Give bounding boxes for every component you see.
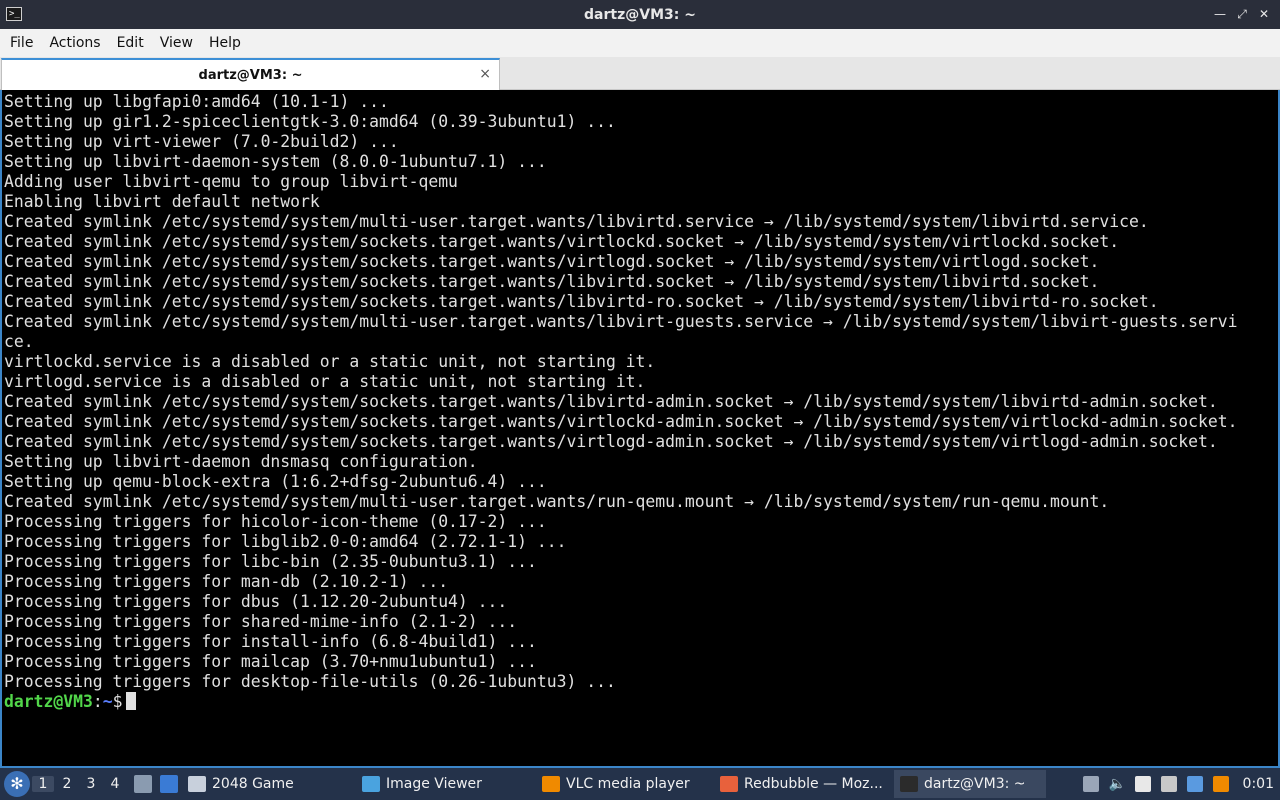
taskbar-button[interactable]: Redbubble — Moz... [714,770,890,798]
taskbar-button-label: VLC media player [566,776,690,792]
terminal-line: Processing triggers for hicolor-icon-the… [4,512,547,531]
terminal-line: Created symlink /etc/systemd/system/sock… [4,252,1100,271]
terminal-line: Processing triggers for dbus (1.12.20-2u… [4,592,508,611]
workspace-4[interactable]: 4 [104,776,126,792]
terminal-line: Processing triggers for man-db (2.10.2-1… [4,572,449,591]
power-manager-icon[interactable] [1082,776,1099,792]
system-tray: 🔈 0:01 [1082,776,1274,792]
terminal-line: Created symlink /etc/systemd/system/sock… [4,392,1218,411]
terminal-line: Setting up libvirt-daemon dnsmasq config… [4,452,478,471]
workspace-1[interactable]: 1 [32,776,54,792]
taskbar: ✻ 1 2 3 4 2048 Game Image Viewer VLC media… [0,768,1280,800]
prompt-user: dartz@VM3 [4,692,93,711]
window-titlebar[interactable]: >_ dartz@VM3: ~ — ⤢ ✕ [0,0,1280,29]
terminal-line: virtlockd.service is a disabled or a sta… [4,352,656,371]
terminal-line: Created symlink /etc/systemd/system/sock… [4,432,1218,451]
prompt-path: ~ [102,692,113,711]
terminal-line: Processing triggers for libglib2.0-0:amd… [4,532,567,551]
prompt-sep: : [92,692,103,711]
window-title: dartz@VM3: ~ [584,6,696,23]
prompt-symbol: $ [112,692,123,711]
taskbar-button-label: Redbubble — Moz... [744,776,883,792]
workspace-2[interactable]: 2 [56,776,78,792]
terminal-tab[interactable]: dartz@VM3: ~ × [1,58,500,90]
window-controls: — ⤢ ✕ [1212,6,1272,22]
task-list: 2048 Game Image Viewer VLC media player Red… [178,770,1046,798]
menu-view[interactable]: View [152,35,201,51]
terminal-lines: Setting up libgfapi0:amd64 (10.1-1) ... S… [2,90,1278,712]
menu-actions[interactable]: Actions [41,35,108,51]
terminal-line: Processing triggers for desktop-file-uti… [4,672,616,691]
taskbar-button-label: 2048 Game [212,776,294,792]
terminal-line: ce. [4,332,34,351]
terminal-line: Created symlink /etc/systemd/system/sock… [4,232,1120,251]
menu-bar: File Actions Edit View Help [0,29,1280,57]
volume-icon[interactable]: 🔈 [1109,776,1126,792]
terminal-line: Enabling libvirt default network [4,192,320,211]
tab-label: dartz@VM3: ~ [198,67,303,83]
vlc-icon [542,776,560,792]
terminal-prompt[interactable]: dartz@VM3:~$ [4,692,1278,712]
text-cursor [126,692,137,710]
show-desktop-icon[interactable] [160,775,178,793]
taskbar-button[interactable]: dartz@VM3: ~ [894,770,1046,798]
menu-help[interactable]: Help [201,35,249,51]
clipboard-icon[interactable] [1134,776,1151,792]
terminal-line: Processing triggers for mailcap (3.70+nm… [4,652,537,671]
start-menu-icon[interactable]: ✻ [4,771,30,797]
tab-close-icon[interactable]: × [479,66,491,82]
vlc-tray-icon[interactable] [1212,776,1229,792]
terminal-line: Setting up gir1.2-spiceclientgtk-3.0:amd… [4,112,616,131]
terminal-line: Created symlink /etc/systemd/system/sock… [4,412,1238,431]
terminal-line: Created symlink /etc/systemd/system/sock… [4,292,1159,311]
terminal-line: Setting up virt-viewer (7.0-2build2) ... [4,132,399,151]
terminal-line: Processing triggers for shared-mime-info… [4,612,518,631]
firefox-icon [720,776,738,792]
update-notifier-icon[interactable] [1186,776,1203,792]
terminal-line: Adding user libvirt-qemu to group libvir… [4,172,458,191]
taskbar-button-label: dartz@VM3: ~ [924,776,1026,792]
terminal-line: virtlogd.service is a disabled or a stat… [4,372,646,391]
terminal-line: Processing triggers for libc-bin (2.35-0… [4,552,537,571]
taskbar-button[interactable]: 2048 Game [182,770,352,798]
terminal-line: Setting up libvirt-daemon-system (8.0.0-… [4,152,547,171]
taskbar-button[interactable]: VLC media player [536,770,710,798]
taskbar-button[interactable]: Image Viewer [356,770,532,798]
clock[interactable]: 0:01 [1243,776,1274,792]
minimize-icon[interactable]: — [1212,6,1228,22]
taskbar-button-label: Image Viewer [386,776,482,792]
menu-edit[interactable]: Edit [109,35,152,51]
window-icon [188,776,206,792]
workspace-3[interactable]: 3 [80,776,102,792]
terminal-line: Created symlink /etc/systemd/system/mult… [4,212,1149,231]
tab-bar: dartz@VM3: ~ × [0,57,1280,90]
menu-file[interactable]: File [2,35,41,51]
image-viewer-icon [362,776,380,792]
terminal-line: Setting up qemu-block-extra (1:6.2+dfsg-… [4,472,547,491]
restore-icon[interactable]: ⤢ [1234,6,1250,22]
file-manager-launcher-icon[interactable] [134,775,152,793]
network-icon[interactable] [1160,776,1177,792]
terminal-line: Created symlink /etc/systemd/system/sock… [4,272,1100,291]
terminal-output[interactable]: Setting up libgfapi0:amd64 (10.1-1) ... S… [0,90,1280,768]
terminal-app-icon[interactable]: >_ [6,7,22,21]
terminal-icon [900,776,918,792]
terminal-line: Created symlink /etc/systemd/system/mult… [4,492,1110,511]
terminal-line: Processing triggers for install-info (6.… [4,632,537,651]
terminal-line: Created symlink /etc/systemd/system/mult… [4,312,1238,331]
close-icon[interactable]: ✕ [1256,6,1272,22]
terminal-line: Setting up libgfapi0:amd64 (10.1-1) ... [4,92,389,111]
